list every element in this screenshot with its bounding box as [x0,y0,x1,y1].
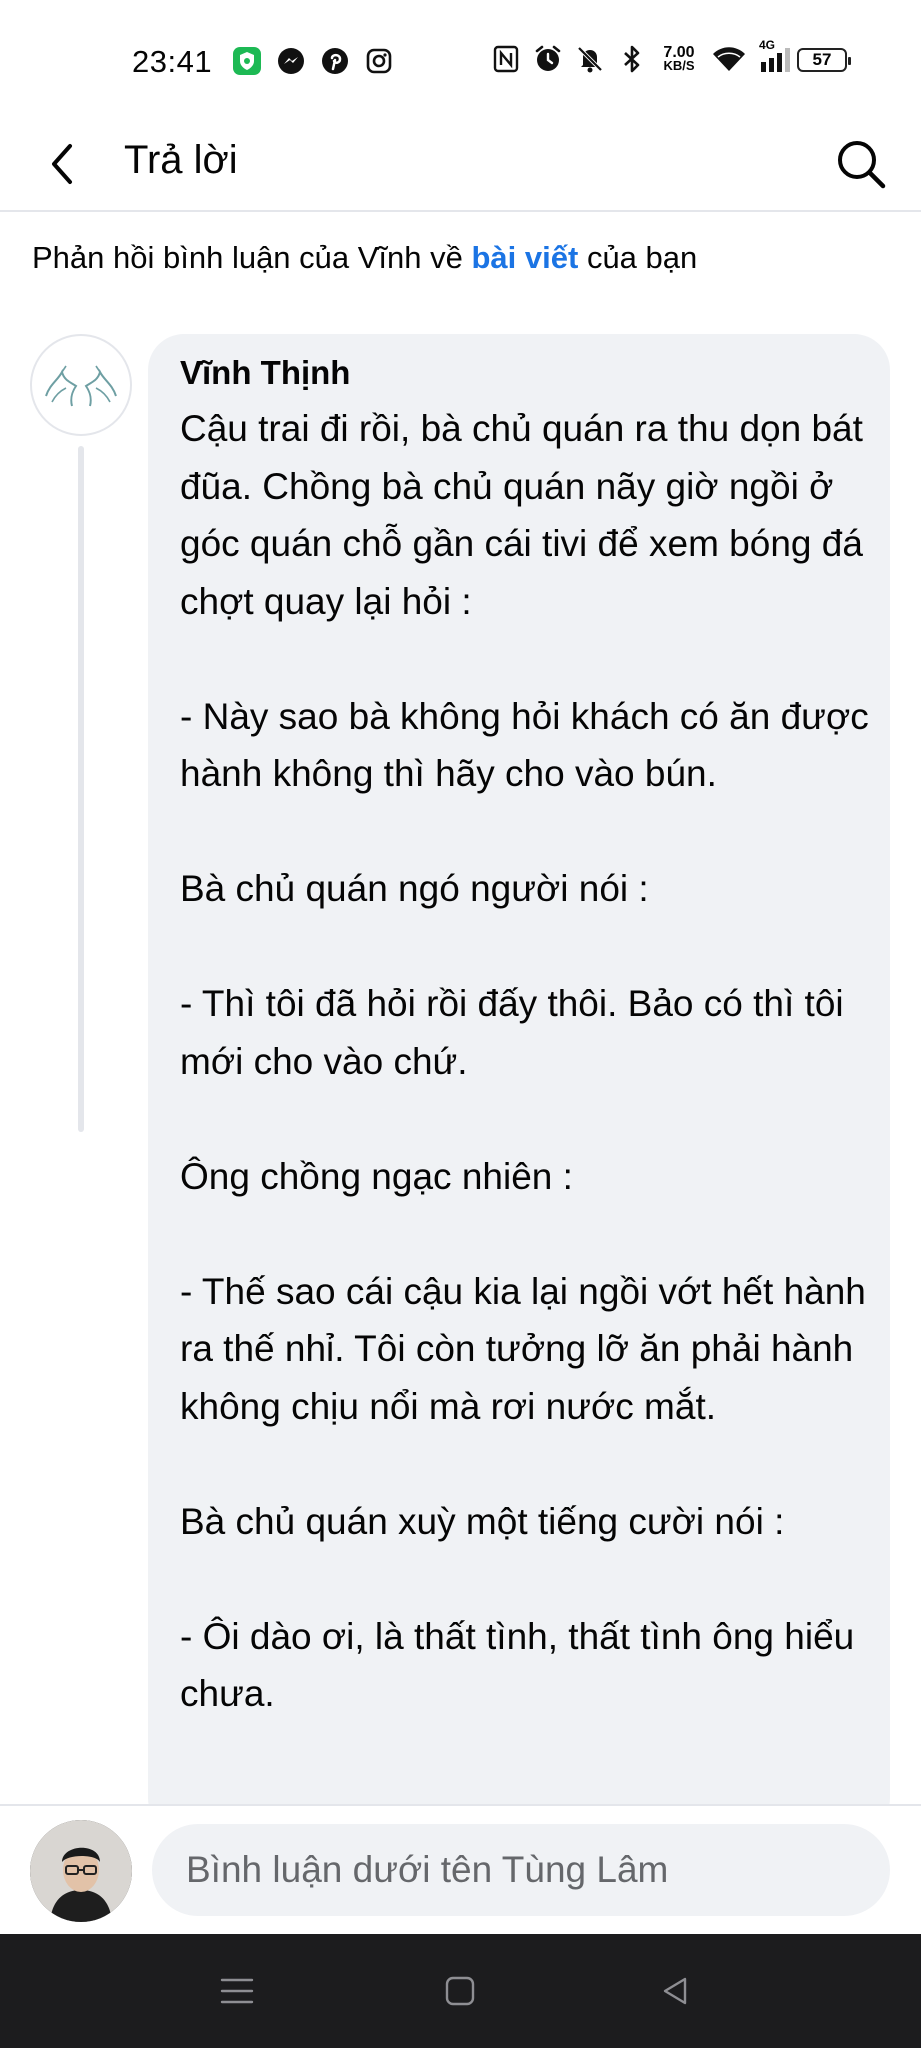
instagram-icon [364,46,394,76]
status-time: 23:41 [132,44,213,79]
mute-icon [575,44,605,74]
status-bar: 23:41 7.00 KB/S 4G 57 [0,0,921,120]
nfc-icon [491,44,521,74]
signal-label: 4G [759,38,776,52]
cellular-signal-icon: 4G [759,38,793,74]
comment-composer: Bình luận dưới tên Tùng Lâm [0,1804,921,1934]
network-speed-unit: KB/S [663,58,695,73]
wifi-icon [711,44,747,74]
bluetooth-icon [617,44,647,74]
back-arrow-icon [52,144,72,184]
thread-line [78,446,84,1132]
home-square-icon [445,1976,475,2006]
post-link[interactable]: bài viết [472,240,579,275]
recents-button[interactable] [210,1964,264,2018]
back-button[interactable] [32,134,92,194]
search-icon [838,141,886,189]
horse-logo-icon [45,365,117,407]
alarm-icon [533,44,563,74]
search-button[interactable] [829,132,893,196]
reply-context-prefix: Phản hồi bình luận của Vĩnh về [32,240,472,275]
system-nav-bar [0,1934,921,2048]
user-avatar[interactable] [30,1820,132,1922]
menu-lines-icon [220,1978,254,2004]
system-icons: 7.00 KB/S 4G [491,38,793,74]
back-triangle-icon [663,1977,687,2005]
comment-input-placeholder: Bình luận dưới tên Tùng Lâm [186,1849,669,1890]
network-speed: 7.00 KB/S [659,45,699,73]
messenger-icon [276,46,306,76]
reply-context-suffix: của bạn [578,240,698,275]
notification-icons [232,46,394,76]
reply-context: Phản hồi bình luận của Vĩnh về bài viết … [32,240,697,276]
back-nav-button[interactable] [648,1964,702,2018]
pinterest-icon [320,46,350,76]
comment-input[interactable]: Bình luận dưới tên Tùng Lâm [152,1824,890,1916]
guard-app-icon [232,46,262,76]
home-button[interactable] [433,1964,487,2018]
top-app-bar: Trả lời [0,120,921,212]
comment-author[interactable]: Vĩnh Thịnh [180,354,350,392]
comment-text: Cậu trai đi rồi, bà chủ quán ra thu dọn … [180,408,869,1714]
screen: 23:41 7.00 KB/S 4G 57 Trả lời Phản hồi b… [0,0,921,2048]
battery-indicator: 57 [797,48,851,72]
commenter-avatar[interactable] [30,334,132,436]
page-title: Trả lời [124,138,238,182]
user-photo-icon [30,1820,132,1922]
